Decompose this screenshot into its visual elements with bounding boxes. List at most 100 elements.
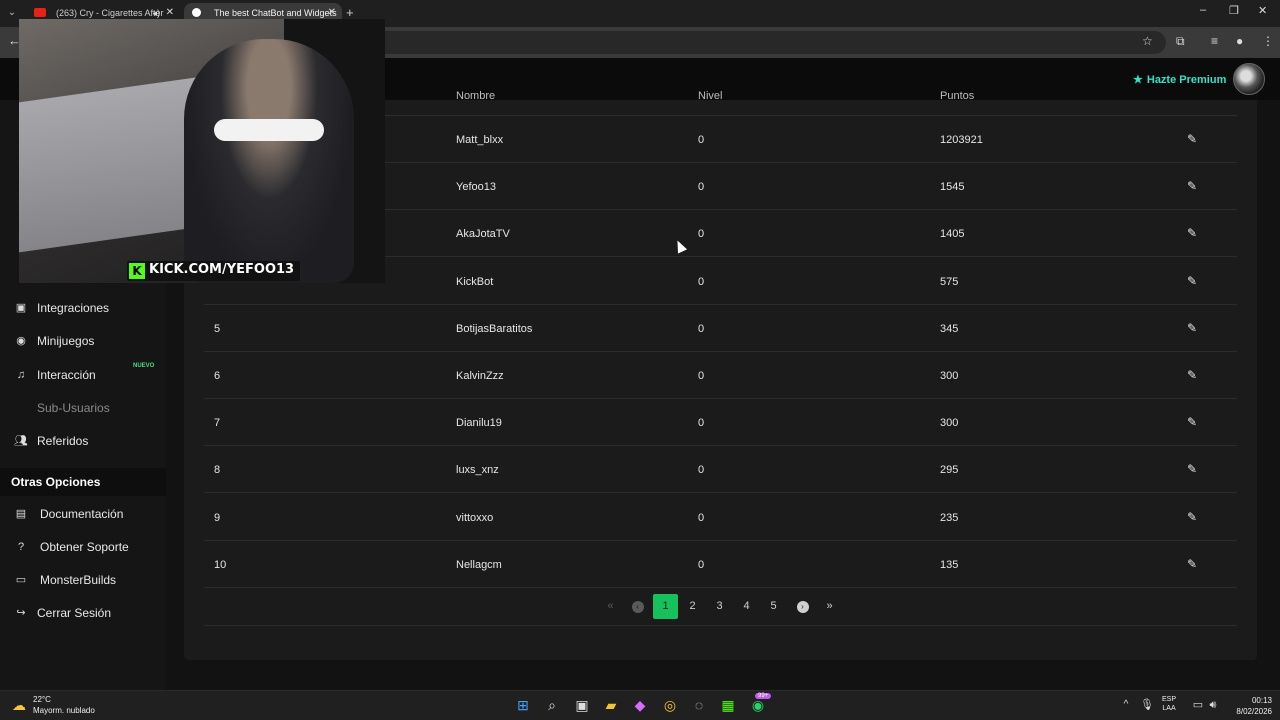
edit-pencil-icon[interactable]: ✎ [1187, 274, 1197, 288]
star-icon: ★ [1133, 74, 1143, 86]
sidebar-item-monsterbuilds[interactable]: ▭ MonsterBuilds [0, 565, 166, 595]
section-title: Otras Opciones [0, 468, 166, 496]
premium-button[interactable]: ★ Hazte Premium [1133, 73, 1226, 86]
table-row: 10 Nellagcm 0 135 ✎ [204, 541, 1237, 588]
tab-title: (263) Cry - Cigarettes After [56, 8, 164, 18]
first-page-button[interactable]: « [598, 594, 623, 619]
rank-cell: 10 [214, 558, 227, 571]
language-bottom: LAA [1162, 705, 1176, 712]
points-cell: 575 [940, 275, 959, 288]
rank-cell: 5 [214, 322, 221, 335]
last-page-button[interactable]: » [817, 594, 842, 619]
edit-pencil-icon[interactable]: ✎ [1187, 179, 1197, 193]
sidebar-item-minijuegos[interactable]: ◉ Minijuegos [0, 326, 166, 356]
new-badge: NUEVO [133, 363, 155, 369]
tab-search-chevron-icon[interactable]: ⌄ [4, 5, 20, 21]
sidebar-item-soporte[interactable]: ? Obtener Soporte [0, 532, 166, 562]
message-square-icon: ▣ [15, 302, 27, 314]
prev-page-button[interactable]: ‹ [625, 594, 650, 619]
level-cell: 0 [698, 322, 705, 335]
rank-cell: 6 [214, 370, 221, 382]
username-cell: BotijasBaratitos [456, 322, 533, 335]
page-1-button[interactable]: 1 [653, 594, 678, 619]
chrome-icon[interactable]: ◎ [661, 696, 679, 714]
microphone-icon[interactable]: 🎙︎ [1138, 696, 1156, 714]
profile-icon[interactable]: ● [1236, 34, 1243, 48]
copilot-icon[interactable]: ◆ [631, 696, 649, 714]
address-bar[interactable] [300, 31, 1166, 54]
extensions-icon[interactable]: ⧉ [1176, 34, 1185, 49]
username-cell: vittoxxo [456, 511, 494, 524]
page-4-button[interactable]: 4 [734, 594, 759, 619]
new-tab-icon[interactable]: + [346, 5, 354, 20]
tray-chevron-up-icon[interactable]: ^ [1117, 696, 1135, 714]
edit-pencil-icon[interactable]: ✎ [1187, 132, 1197, 146]
sidebar-item-interaccion[interactable]: ♫ Interacción NUEVO [0, 360, 166, 390]
sign-out-icon: ↪ [16, 607, 26, 619]
language-indicator[interactable]: ESP LAA [1162, 695, 1176, 713]
divider [204, 625, 1237, 626]
chevron-right-icon: › [796, 601, 809, 613]
window-close-icon[interactable]: ✕ [1258, 4, 1267, 17]
youtube-icon [34, 8, 46, 17]
avatar[interactable] [1233, 63, 1265, 95]
kick-app-icon[interactable]: ▦ [719, 696, 737, 714]
sidebar-item-cerrar-sesion[interactable]: ↪ Cerrar Sesión [0, 598, 166, 628]
task-view-icon[interactable]: ▣ [573, 696, 591, 714]
kick-logo-icon: K [129, 263, 145, 279]
level-cell: 0 [698, 181, 705, 194]
menu-kebab-icon[interactable]: ⋮ [1262, 34, 1274, 48]
table-row: 7 Dianilu19 0 300 ✎ [204, 399, 1237, 447]
edit-pencil-icon[interactable]: ✎ [1187, 368, 1197, 382]
sidebar-item-label: Referidos [37, 434, 89, 448]
page-2-button[interactable]: 2 [680, 594, 705, 619]
clock-time: 00:13 [1251, 696, 1272, 705]
minimize-icon[interactable]: – [1200, 4, 1206, 16]
partly-cloudy-icon: ☁ [12, 697, 26, 713]
sidebar-item-sub-usuarios[interactable]: Sub-Usuarios [0, 393, 166, 423]
points-cell: 235 [940, 511, 959, 524]
sidebar-item-label: Sub-Usuarios [37, 401, 110, 415]
restore-icon[interactable]: ❐ [1229, 4, 1239, 17]
page-3-button[interactable]: 3 [707, 594, 732, 619]
laptop-icon: ▭ [15, 574, 27, 586]
obs-icon[interactable]: ◌ [690, 696, 708, 714]
file-explorer-icon[interactable]: ▰ [602, 696, 620, 714]
points-cell: 345 [940, 322, 959, 335]
username-cell: AkaJotaTV [456, 228, 510, 241]
edit-pencil-icon[interactable]: ✎ [1187, 321, 1197, 335]
media-control-icon[interactable]: ≡ [1211, 34, 1218, 48]
next-page-button[interactable]: › [790, 594, 815, 619]
sidebar-item-label: Obtener Soporte [40, 540, 129, 554]
language-top: ESP [1162, 696, 1177, 703]
column-header-nivel: Nivel [698, 90, 723, 102]
bookmark-star-icon[interactable]: ☆ [1142, 34, 1153, 48]
edit-pencil-icon[interactable]: ✎ [1187, 510, 1197, 524]
username-cell: Yefoo13 [456, 181, 496, 194]
sidebar-item-referidos[interactable]: 👥︎ Referidos [0, 426, 166, 456]
page-5-button[interactable]: 5 [761, 594, 786, 619]
edit-pencil-icon[interactable]: ✎ [1187, 462, 1197, 476]
level-cell: 0 [698, 511, 705, 524]
username-cell: luxs_xnz [456, 464, 499, 477]
username-cell: KalvinZzz [456, 370, 504, 382]
rank-cell: 8 [214, 464, 221, 477]
sidebar-item-documentacion[interactable]: ▤ Documentación [0, 499, 166, 529]
search-icon[interactable]: ⌕ [543, 696, 561, 714]
edit-pencil-icon[interactable]: ✎ [1187, 557, 1197, 571]
volume-icon[interactable]: 🔊︎ [1204, 696, 1222, 714]
system-clock[interactable]: 00:13 8/02/2026 [1228, 695, 1272, 717]
site-favicon-icon [192, 8, 201, 17]
sidebar-item-label: MonsterBuilds [40, 573, 117, 587]
level-cell: 0 [698, 370, 705, 382]
weather-temperature: 22°C [33, 695, 51, 704]
edit-pencil-icon[interactable]: ✎ [1187, 415, 1197, 429]
gamepad-icon: ◉ [16, 335, 26, 347]
weather-description: Mayorm. nublado [33, 706, 95, 715]
points-cell: 300 [940, 370, 959, 382]
edit-pencil-icon[interactable]: ✎ [1187, 226, 1197, 240]
sidebar-item-integraciones[interactable]: ▣ Integraciones [0, 293, 166, 323]
windows-start-icon[interactable]: ⊞ [514, 696, 532, 714]
tab-title: The best ChatBot and Widgets [214, 8, 337, 18]
clock-date: 8/02/2026 [1236, 707, 1272, 716]
